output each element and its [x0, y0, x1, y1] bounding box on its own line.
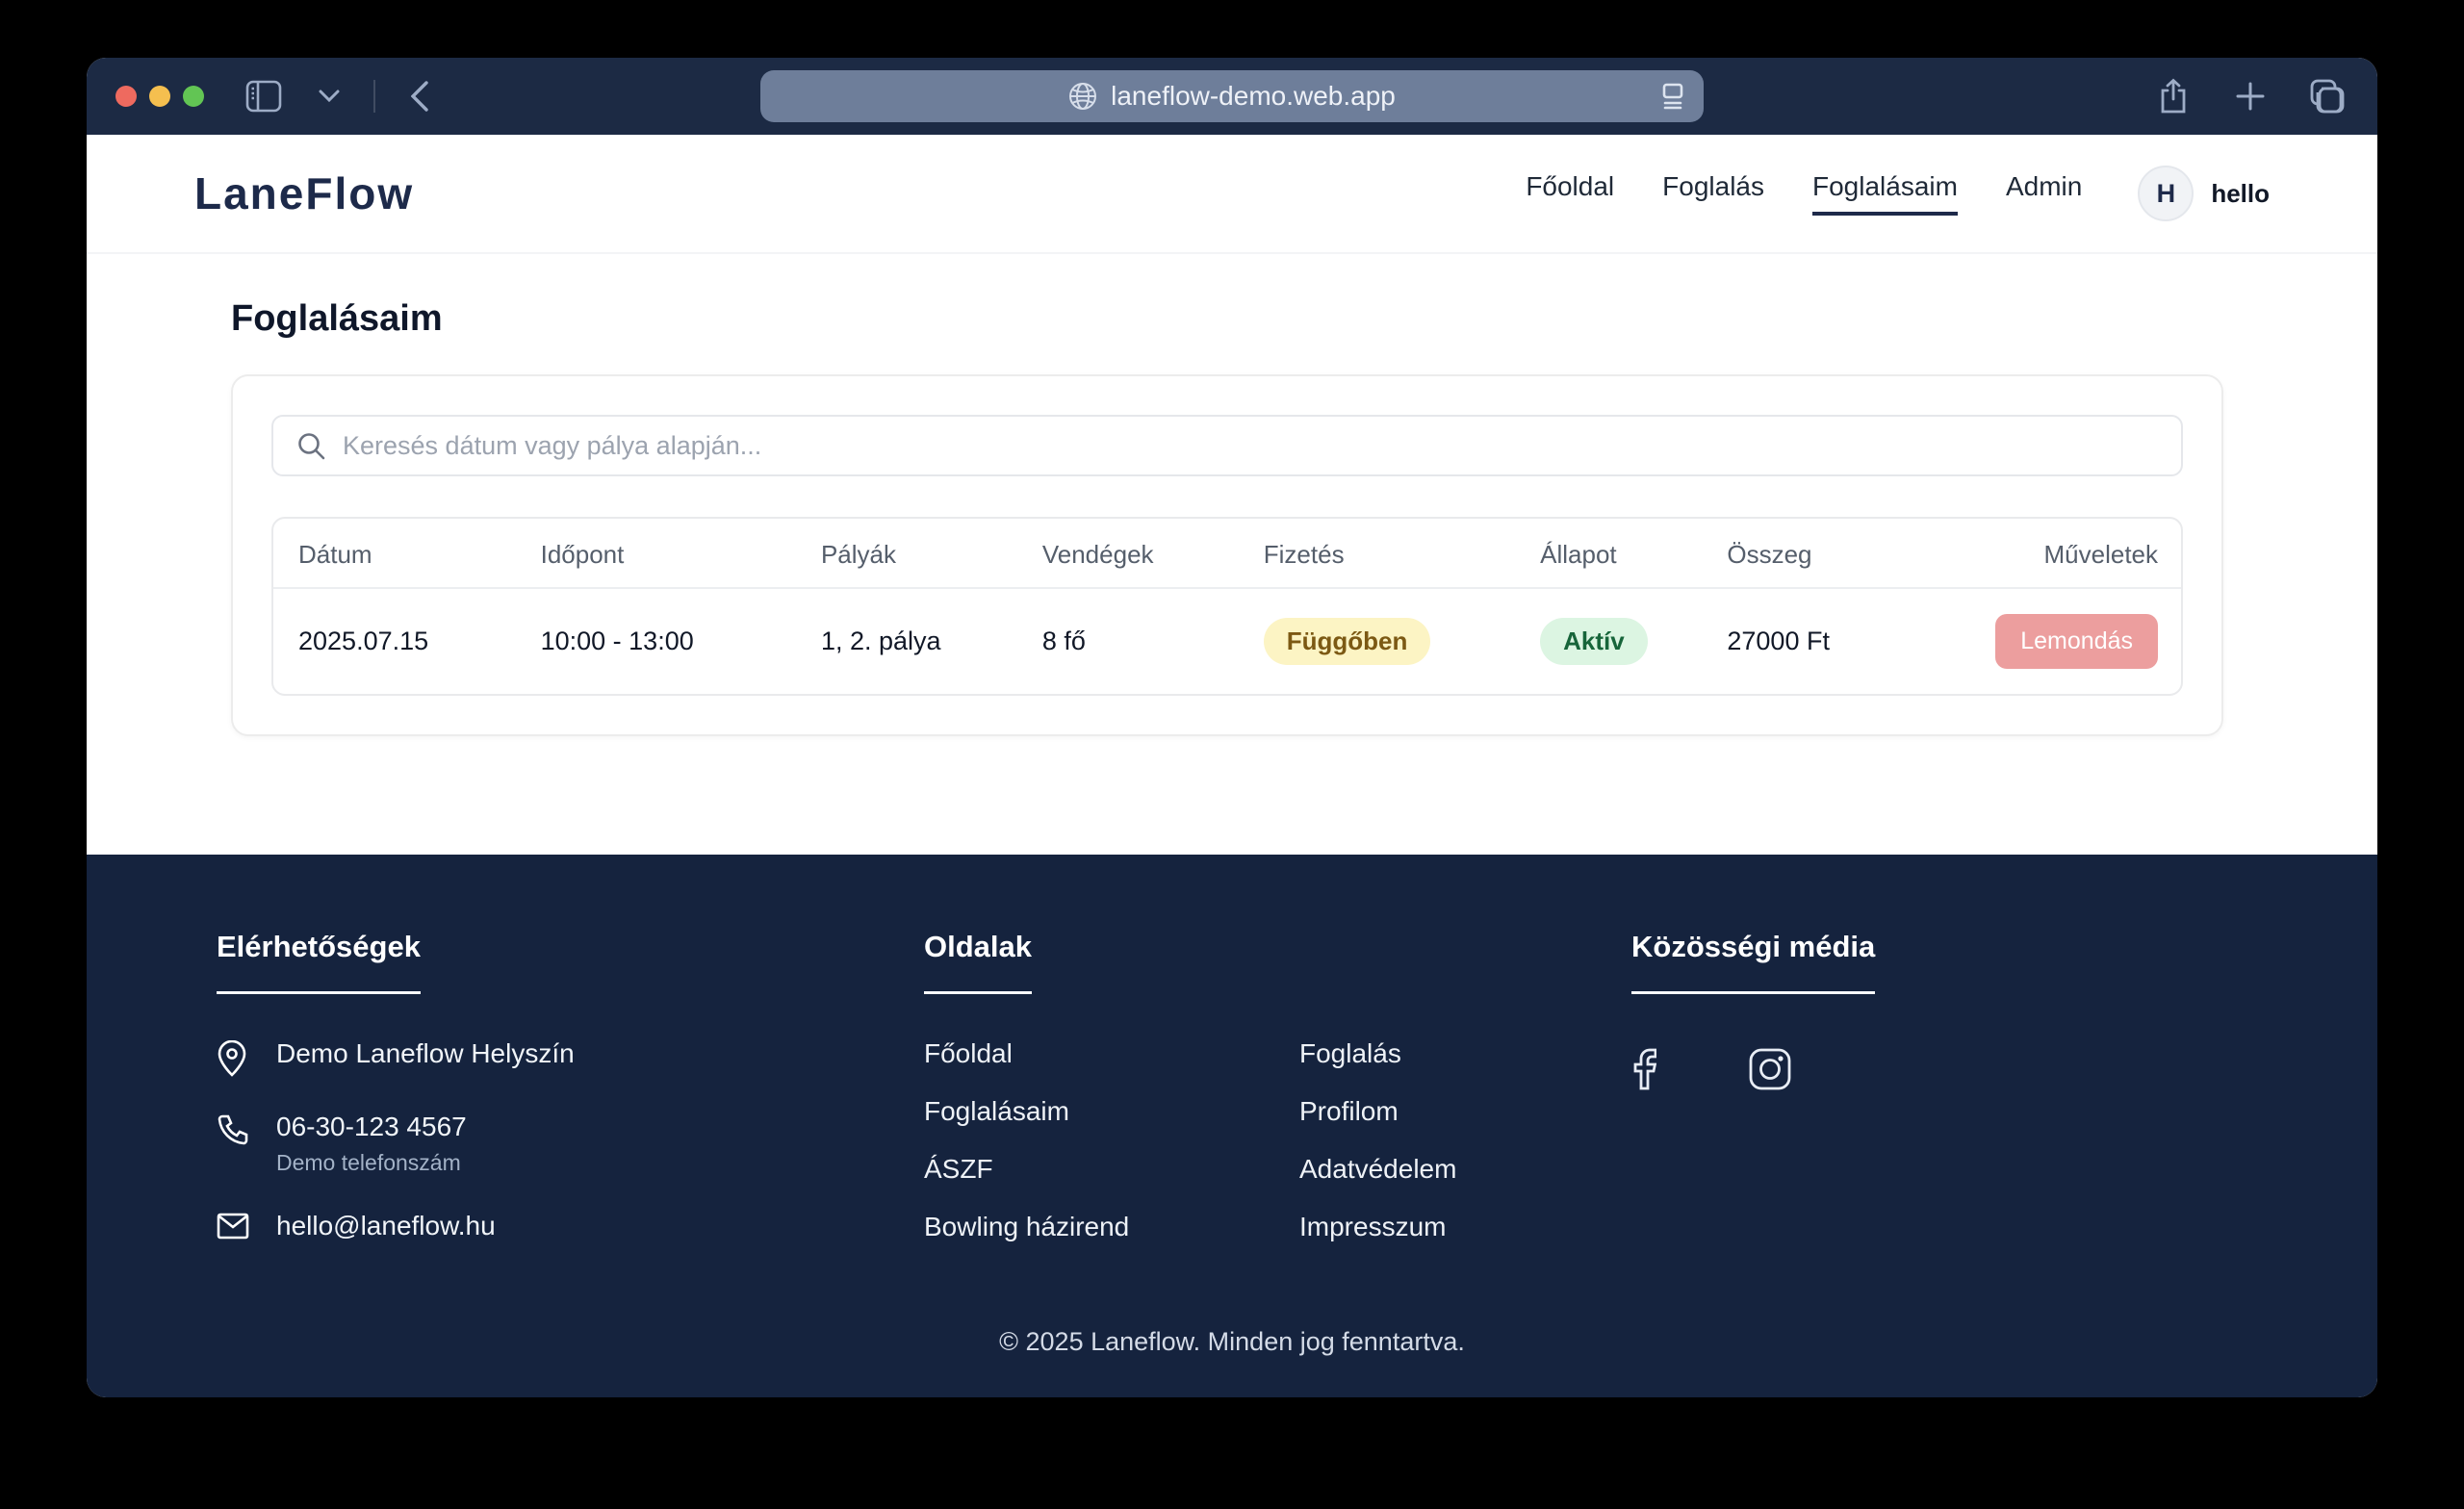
username-label: hello — [2211, 179, 2270, 209]
table-row: 2025.07.15 10:00 - 13:00 1, 2. pálya 8 f… — [273, 588, 2181, 694]
footer-link-foglalasaim[interactable]: Foglalásaim — [924, 1096, 1299, 1127]
window-controls — [116, 86, 204, 107]
sidebar-toggle-button[interactable] — [243, 75, 285, 117]
location-pin-icon — [217, 1040, 247, 1077]
footer-link-impresszum[interactable]: Impresszum — [1299, 1212, 1631, 1242]
phone-note: Demo telefonszám — [276, 1150, 467, 1176]
phone-text[interactable]: 06-30-123 4567 — [276, 1112, 467, 1141]
site-logo[interactable]: LaneFlow — [194, 167, 414, 219]
cell-vendegek: 8 fő — [1027, 588, 1248, 694]
tabs-icon — [2310, 79, 2345, 114]
contact-email: hello@laneflow.hu — [217, 1211, 924, 1241]
chevron-left-icon — [411, 81, 428, 112]
email-text[interactable]: hello@laneflow.hu — [276, 1211, 496, 1241]
footer-link-profilom[interactable]: Profilom — [1299, 1096, 1631, 1127]
col-osszeg: Összeg — [1711, 519, 1973, 588]
tab-overview-button[interactable] — [2306, 75, 2348, 117]
zoom-window-button[interactable] — [183, 86, 204, 107]
phone-icon — [217, 1113, 249, 1146]
facebook-link[interactable] — [1631, 1048, 1656, 1090]
col-allapot: Állapot — [1525, 519, 1711, 588]
chevron-down-icon — [319, 90, 340, 103]
col-idopont: Időpont — [526, 519, 806, 588]
footer-link-foglalas[interactable]: Foglalás — [1299, 1038, 1631, 1069]
col-palyak: Pályák — [806, 519, 1027, 588]
sidebar-chevron-button[interactable] — [308, 75, 350, 117]
payment-status-badge: Függőben — [1264, 618, 1431, 665]
booking-status-badge: Aktív — [1540, 618, 1648, 665]
nav-foglalasaim[interactable]: Foglalásaim — [1812, 171, 1958, 216]
display-icon — [1659, 82, 1686, 111]
copyright-text: © 2025 Laneflow. Minden jog fenntartva. — [217, 1327, 2247, 1357]
pages-heading: Oldalak — [924, 930, 1032, 994]
avatar[interactable]: H — [2138, 166, 2194, 221]
envelope-icon — [217, 1213, 249, 1240]
nav-foglalas[interactable]: Foglalás — [1662, 171, 1764, 216]
back-button[interactable] — [398, 75, 441, 117]
site-footer: Elérhetőségek Demo Laneflow Helyszín — [87, 855, 2377, 1397]
nav-admin[interactable]: Admin — [2006, 171, 2082, 216]
new-tab-button[interactable] — [2229, 75, 2272, 117]
bookings-card: Dátum Időpont Pályák Vendégek Fizetés Ál… — [231, 374, 2223, 736]
contact-location: Demo Laneflow Helyszín — [217, 1038, 924, 1077]
instagram-icon — [1749, 1048, 1791, 1090]
cell-palyak: 1, 2. pálya — [806, 588, 1027, 694]
user-menu[interactable]: H hello — [2138, 166, 2270, 221]
cancel-booking-button[interactable]: Lemondás — [1995, 614, 2158, 669]
globe-icon — [1068, 82, 1097, 111]
minimize-window-button[interactable] — [149, 86, 170, 107]
footer-link-fooldal[interactable]: Főoldal — [924, 1038, 1299, 1069]
footer-link-adatvedelem[interactable]: Adatvédelem — [1299, 1154, 1631, 1185]
footer-contact-section: Elérhetőségek Demo Laneflow Helyszín — [217, 930, 924, 1242]
location-text: Demo Laneflow Helyszín — [276, 1038, 575, 1069]
address-bar[interactable]: laneflow-demo.web.app — [760, 70, 1704, 122]
bookings-table-wrap: Dátum Időpont Pályák Vendégek Fizetés Ál… — [271, 517, 2183, 696]
nav-fooldal[interactable]: Főoldal — [1526, 171, 1614, 216]
cell-datum: 2025.07.15 — [273, 588, 526, 694]
cell-osszeg: 27000 Ft — [1711, 588, 1973, 694]
bookings-table: Dátum Időpont Pályák Vendégek Fizetés Ál… — [273, 519, 2181, 694]
browser-toolbar: laneflow-demo.web.app — [87, 58, 2377, 135]
table-header-row: Dátum Időpont Pályák Vendégek Fizetés Ál… — [273, 519, 2181, 588]
main-nav: Főoldal Foglalás Foglalásaim Admin H hel… — [1526, 166, 2270, 221]
cell-idopont: 10:00 - 13:00 — [526, 588, 806, 694]
instagram-link[interactable] — [1749, 1048, 1791, 1090]
footer-social-section: Közösségi média — [1631, 930, 2247, 1242]
footer-pages-section: Oldalak Főoldal Foglalás Foglalásaim Pro… — [924, 930, 1631, 1242]
close-window-button[interactable] — [116, 86, 137, 107]
search-field[interactable] — [271, 415, 2183, 476]
facebook-icon — [1631, 1048, 1656, 1090]
footer-link-hazirend[interactable]: Bowling házirend — [924, 1212, 1299, 1242]
sidebar-icon — [245, 80, 282, 113]
col-vendegek: Vendégek — [1027, 519, 1248, 588]
browser-window: laneflow-demo.web.app — [87, 58, 2377, 1397]
footer-link-aszf[interactable]: ÁSZF — [924, 1154, 1299, 1185]
page-title: Foglalásaim — [231, 298, 2223, 340]
toolbar-separator — [373, 80, 375, 113]
search-icon — [296, 431, 325, 460]
url-text: laneflow-demo.web.app — [1111, 81, 1396, 112]
contact-phone: 06-30-123 4567 Demo telefonszám — [217, 1112, 924, 1176]
search-input[interactable] — [343, 431, 2158, 461]
col-fizetes: Fizetés — [1248, 519, 1525, 588]
share-icon — [2159, 78, 2188, 115]
social-heading: Közösségi média — [1631, 930, 1875, 994]
site-header: LaneFlow Főoldal Foglalás Foglalásaim Ad… — [87, 135, 2377, 254]
main-content: Foglalásaim Dátum Időpont — [87, 254, 2377, 855]
col-datum: Dátum — [273, 519, 526, 588]
page-settings-button[interactable] — [1659, 82, 1686, 111]
share-button[interactable] — [2152, 75, 2194, 117]
contact-heading: Elérhetőségek — [217, 930, 421, 994]
col-muveletek: Műveletek — [1973, 519, 2181, 588]
plus-icon — [2236, 82, 2265, 111]
